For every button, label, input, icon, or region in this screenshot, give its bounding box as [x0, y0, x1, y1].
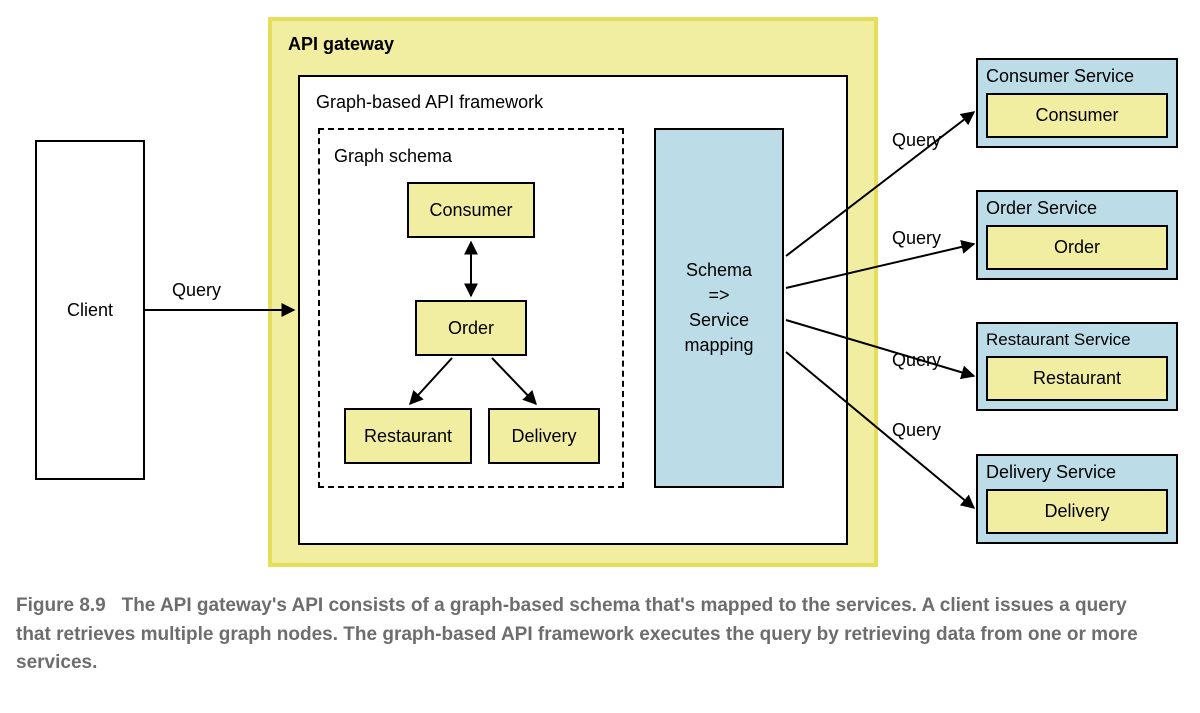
figure-number: Figure 8.9	[16, 595, 106, 616]
framework-title: Graph-based API framework	[316, 92, 543, 113]
node-label: Order	[448, 318, 494, 339]
edge-label-q2: Query	[892, 228, 941, 249]
edge-label-q4: Query	[892, 420, 941, 441]
graph-schema-title: Graph schema	[334, 146, 452, 167]
mapping-line2: =>	[708, 283, 729, 308]
schema-node-delivery: Delivery	[488, 408, 600, 464]
diagram-canvas: API gateway Graph-based API framework Gr…	[0, 0, 1200, 572]
service-title: Consumer Service	[986, 66, 1168, 87]
service-restaurant: Restaurant Service Restaurant	[976, 322, 1178, 411]
mapping-line3: Service	[689, 308, 749, 333]
edge-label-q3: Query	[892, 350, 941, 371]
service-inner: Order	[986, 225, 1168, 270]
client-box: Client	[35, 140, 145, 480]
edge-label-client-query: Query	[172, 280, 221, 301]
service-title: Order Service	[986, 198, 1168, 219]
mapping-line1: Schema	[686, 258, 752, 283]
schema-node-order: Order	[415, 300, 527, 356]
figure-text: The API gateway's API consists of a grap…	[16, 595, 1138, 673]
node-label: Restaurant	[364, 426, 452, 447]
service-delivery: Delivery Service Delivery	[976, 454, 1178, 544]
service-inner: Delivery	[986, 489, 1168, 534]
edge-label-q1: Query	[892, 130, 941, 151]
api-gateway-title: API gateway	[288, 34, 394, 55]
service-consumer: Consumer Service Consumer	[976, 58, 1178, 148]
node-label: Consumer	[429, 200, 512, 221]
schema-node-restaurant: Restaurant	[344, 408, 472, 464]
client-label: Client	[67, 300, 113, 321]
service-title: Delivery Service	[986, 462, 1168, 483]
service-order: Order Service Order	[976, 190, 1178, 280]
service-inner: Consumer	[986, 93, 1168, 138]
schema-service-mapping-box: Schema => Service mapping	[654, 128, 784, 488]
node-label: Delivery	[511, 426, 576, 447]
mapping-line4: mapping	[684, 333, 753, 358]
service-title: Restaurant Service	[986, 330, 1168, 350]
service-inner: Restaurant	[986, 356, 1168, 401]
schema-node-consumer: Consumer	[407, 182, 535, 238]
figure-caption: Figure 8.9 The API gateway's API consist…	[16, 592, 1146, 678]
